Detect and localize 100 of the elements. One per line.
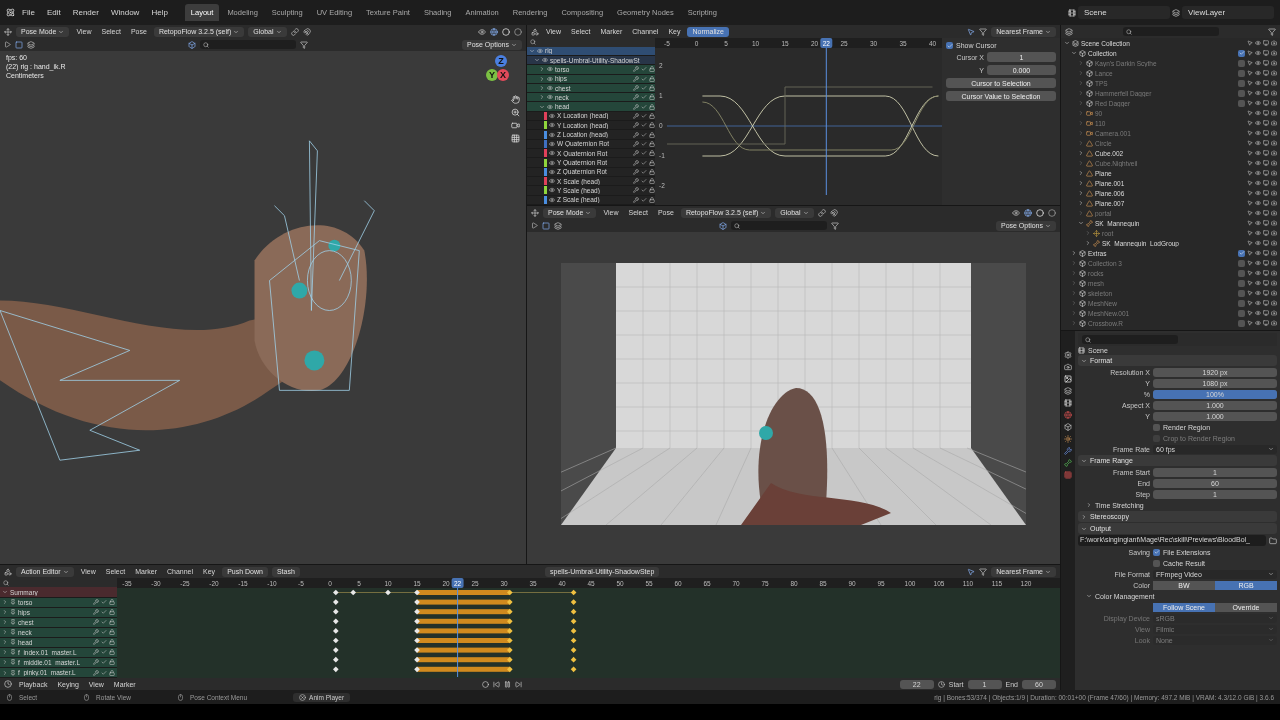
menu-item[interactable]: File bbox=[17, 6, 40, 19]
filter-icon[interactable] bbox=[979, 567, 988, 576]
eye-icon[interactable] bbox=[1255, 130, 1261, 136]
select-mode-icon[interactable] bbox=[554, 221, 562, 230]
exclude-checkbox[interactable] bbox=[1238, 319, 1245, 327]
overlay-icon[interactable] bbox=[490, 27, 498, 36]
monitor-icon[interactable] bbox=[1263, 270, 1269, 276]
object-filter-icon[interactable] bbox=[188, 40, 197, 49]
editor-type-icon[interactable] bbox=[4, 680, 12, 688]
exclude-checkbox[interactable] bbox=[1238, 49, 1245, 57]
monitor-icon[interactable] bbox=[1263, 130, 1269, 136]
link-icon[interactable] bbox=[817, 208, 826, 217]
eye-icon[interactable] bbox=[1255, 170, 1261, 176]
exclude-checkbox[interactable] bbox=[1238, 279, 1245, 287]
bone-tab-icon[interactable] bbox=[1064, 459, 1072, 467]
camera-icon[interactable] bbox=[1271, 50, 1277, 56]
overlay-icon[interactable] bbox=[1024, 208, 1032, 217]
eye-icon[interactable] bbox=[1255, 100, 1261, 106]
expand-toggle-icon[interactable] bbox=[1071, 50, 1077, 56]
monitor-icon[interactable] bbox=[1263, 80, 1269, 86]
expand-toggle-icon[interactable] bbox=[1078, 160, 1084, 166]
eye-icon[interactable] bbox=[1255, 110, 1261, 116]
eye-icon[interactable] bbox=[1255, 300, 1261, 306]
monitor-icon[interactable] bbox=[1263, 290, 1269, 296]
eye-icon[interactable] bbox=[1255, 50, 1261, 56]
play-icon[interactable] bbox=[4, 41, 11, 48]
camera-icon[interactable] bbox=[1271, 220, 1277, 226]
camera-icon[interactable] bbox=[1271, 70, 1277, 76]
filter-icon[interactable] bbox=[300, 40, 309, 49]
expand-toggle-icon[interactable] bbox=[1081, 457, 1087, 464]
camera-icon[interactable] bbox=[1271, 320, 1277, 326]
expand-toggle-icon[interactable] bbox=[529, 47, 535, 54]
monitor-icon[interactable] bbox=[1263, 190, 1269, 196]
exclude-checkbox[interactable] bbox=[1238, 249, 1245, 257]
camera-icon[interactable] bbox=[1271, 290, 1277, 296]
object-filter-icon[interactable] bbox=[719, 221, 727, 230]
render-tab-icon[interactable] bbox=[1064, 363, 1072, 371]
camera-icon[interactable] bbox=[1271, 210, 1277, 216]
shading-solid-icon[interactable] bbox=[1036, 208, 1044, 217]
expand-toggle-icon[interactable] bbox=[1078, 130, 1084, 136]
expand-toggle-icon[interactable] bbox=[1086, 593, 1092, 599]
expand-toggle-icon[interactable] bbox=[1081, 513, 1087, 520]
monitor-icon[interactable] bbox=[1263, 40, 1269, 46]
expand-toggle-icon[interactable] bbox=[539, 85, 545, 91]
exclude-checkbox[interactable] bbox=[1238, 89, 1245, 97]
app-logo-icon[interactable] bbox=[6, 8, 15, 17]
collection-tab-icon[interactable] bbox=[1064, 423, 1072, 431]
monitor-icon[interactable] bbox=[1263, 300, 1269, 306]
search-field[interactable] bbox=[200, 40, 297, 49]
monitor-icon[interactable] bbox=[1263, 320, 1269, 326]
eye-icon[interactable] bbox=[1255, 150, 1261, 156]
eye-icon[interactable] bbox=[1255, 310, 1261, 316]
camera-icon[interactable] bbox=[1271, 190, 1277, 196]
menu-item[interactable]: Help bbox=[146, 6, 173, 19]
menu-item[interactable]: Window bbox=[105, 6, 145, 19]
close-icon[interactable] bbox=[299, 693, 307, 701]
grid-icon[interactable] bbox=[511, 134, 520, 143]
monitor-icon[interactable] bbox=[1263, 140, 1269, 146]
search-field[interactable] bbox=[731, 221, 827, 230]
eye-icon[interactable] bbox=[1255, 220, 1261, 226]
monitor-icon[interactable] bbox=[1263, 280, 1269, 286]
expand-toggle-icon[interactable] bbox=[1078, 60, 1084, 66]
camera-icon[interactable] bbox=[1271, 40, 1277, 46]
visibility-icon[interactable] bbox=[1012, 208, 1020, 217]
eye-icon[interactable] bbox=[1255, 90, 1261, 96]
camera-icon[interactable] bbox=[1271, 250, 1277, 256]
monitor-icon[interactable] bbox=[1263, 100, 1269, 106]
eye-icon[interactable] bbox=[1255, 250, 1261, 256]
select-mode-icon[interactable] bbox=[27, 40, 35, 49]
checkbox[interactable] bbox=[1153, 548, 1160, 556]
expand-toggle-icon[interactable] bbox=[1078, 110, 1084, 116]
eye-icon[interactable] bbox=[1255, 140, 1261, 146]
axis-gizmo-ball[interactable]: Y bbox=[486, 69, 498, 81]
camera-icon[interactable] bbox=[1271, 110, 1277, 116]
monitor-icon[interactable] bbox=[1263, 170, 1269, 176]
object-tab-icon[interactable] bbox=[1064, 435, 1072, 443]
editor-type-icon[interactable] bbox=[531, 208, 539, 217]
monitor-icon[interactable] bbox=[1263, 230, 1269, 236]
eye-icon[interactable] bbox=[1255, 200, 1261, 206]
camera-icon[interactable] bbox=[1271, 200, 1277, 206]
eye-icon[interactable] bbox=[1255, 70, 1261, 76]
eye-icon[interactable] bbox=[1255, 210, 1261, 216]
filter-icon[interactable] bbox=[831, 221, 839, 230]
eye-icon[interactable] bbox=[1255, 120, 1261, 126]
expand-toggle-icon[interactable] bbox=[1078, 150, 1084, 156]
axis-gizmo-ball[interactable]: X bbox=[497, 69, 509, 81]
expand-toggle-icon[interactable] bbox=[1071, 310, 1077, 316]
camera-icon[interactable] bbox=[1271, 240, 1277, 246]
camera-icon[interactable] bbox=[1271, 270, 1277, 276]
expand-toggle-icon[interactable] bbox=[1078, 140, 1084, 146]
cursor-icon[interactable] bbox=[967, 567, 976, 576]
expand-toggle-icon[interactable] bbox=[1078, 170, 1084, 176]
expand-toggle-icon[interactable] bbox=[539, 66, 545, 73]
monitor-icon[interactable] bbox=[1263, 250, 1269, 256]
filter-icon[interactable] bbox=[979, 27, 988, 36]
expand-toggle-icon[interactable] bbox=[539, 75, 545, 82]
camera-icon[interactable] bbox=[1271, 160, 1277, 166]
expand-toggle-icon[interactable] bbox=[1086, 502, 1092, 508]
monitor-icon[interactable] bbox=[1263, 70, 1269, 76]
exclude-checkbox[interactable] bbox=[1238, 289, 1245, 297]
